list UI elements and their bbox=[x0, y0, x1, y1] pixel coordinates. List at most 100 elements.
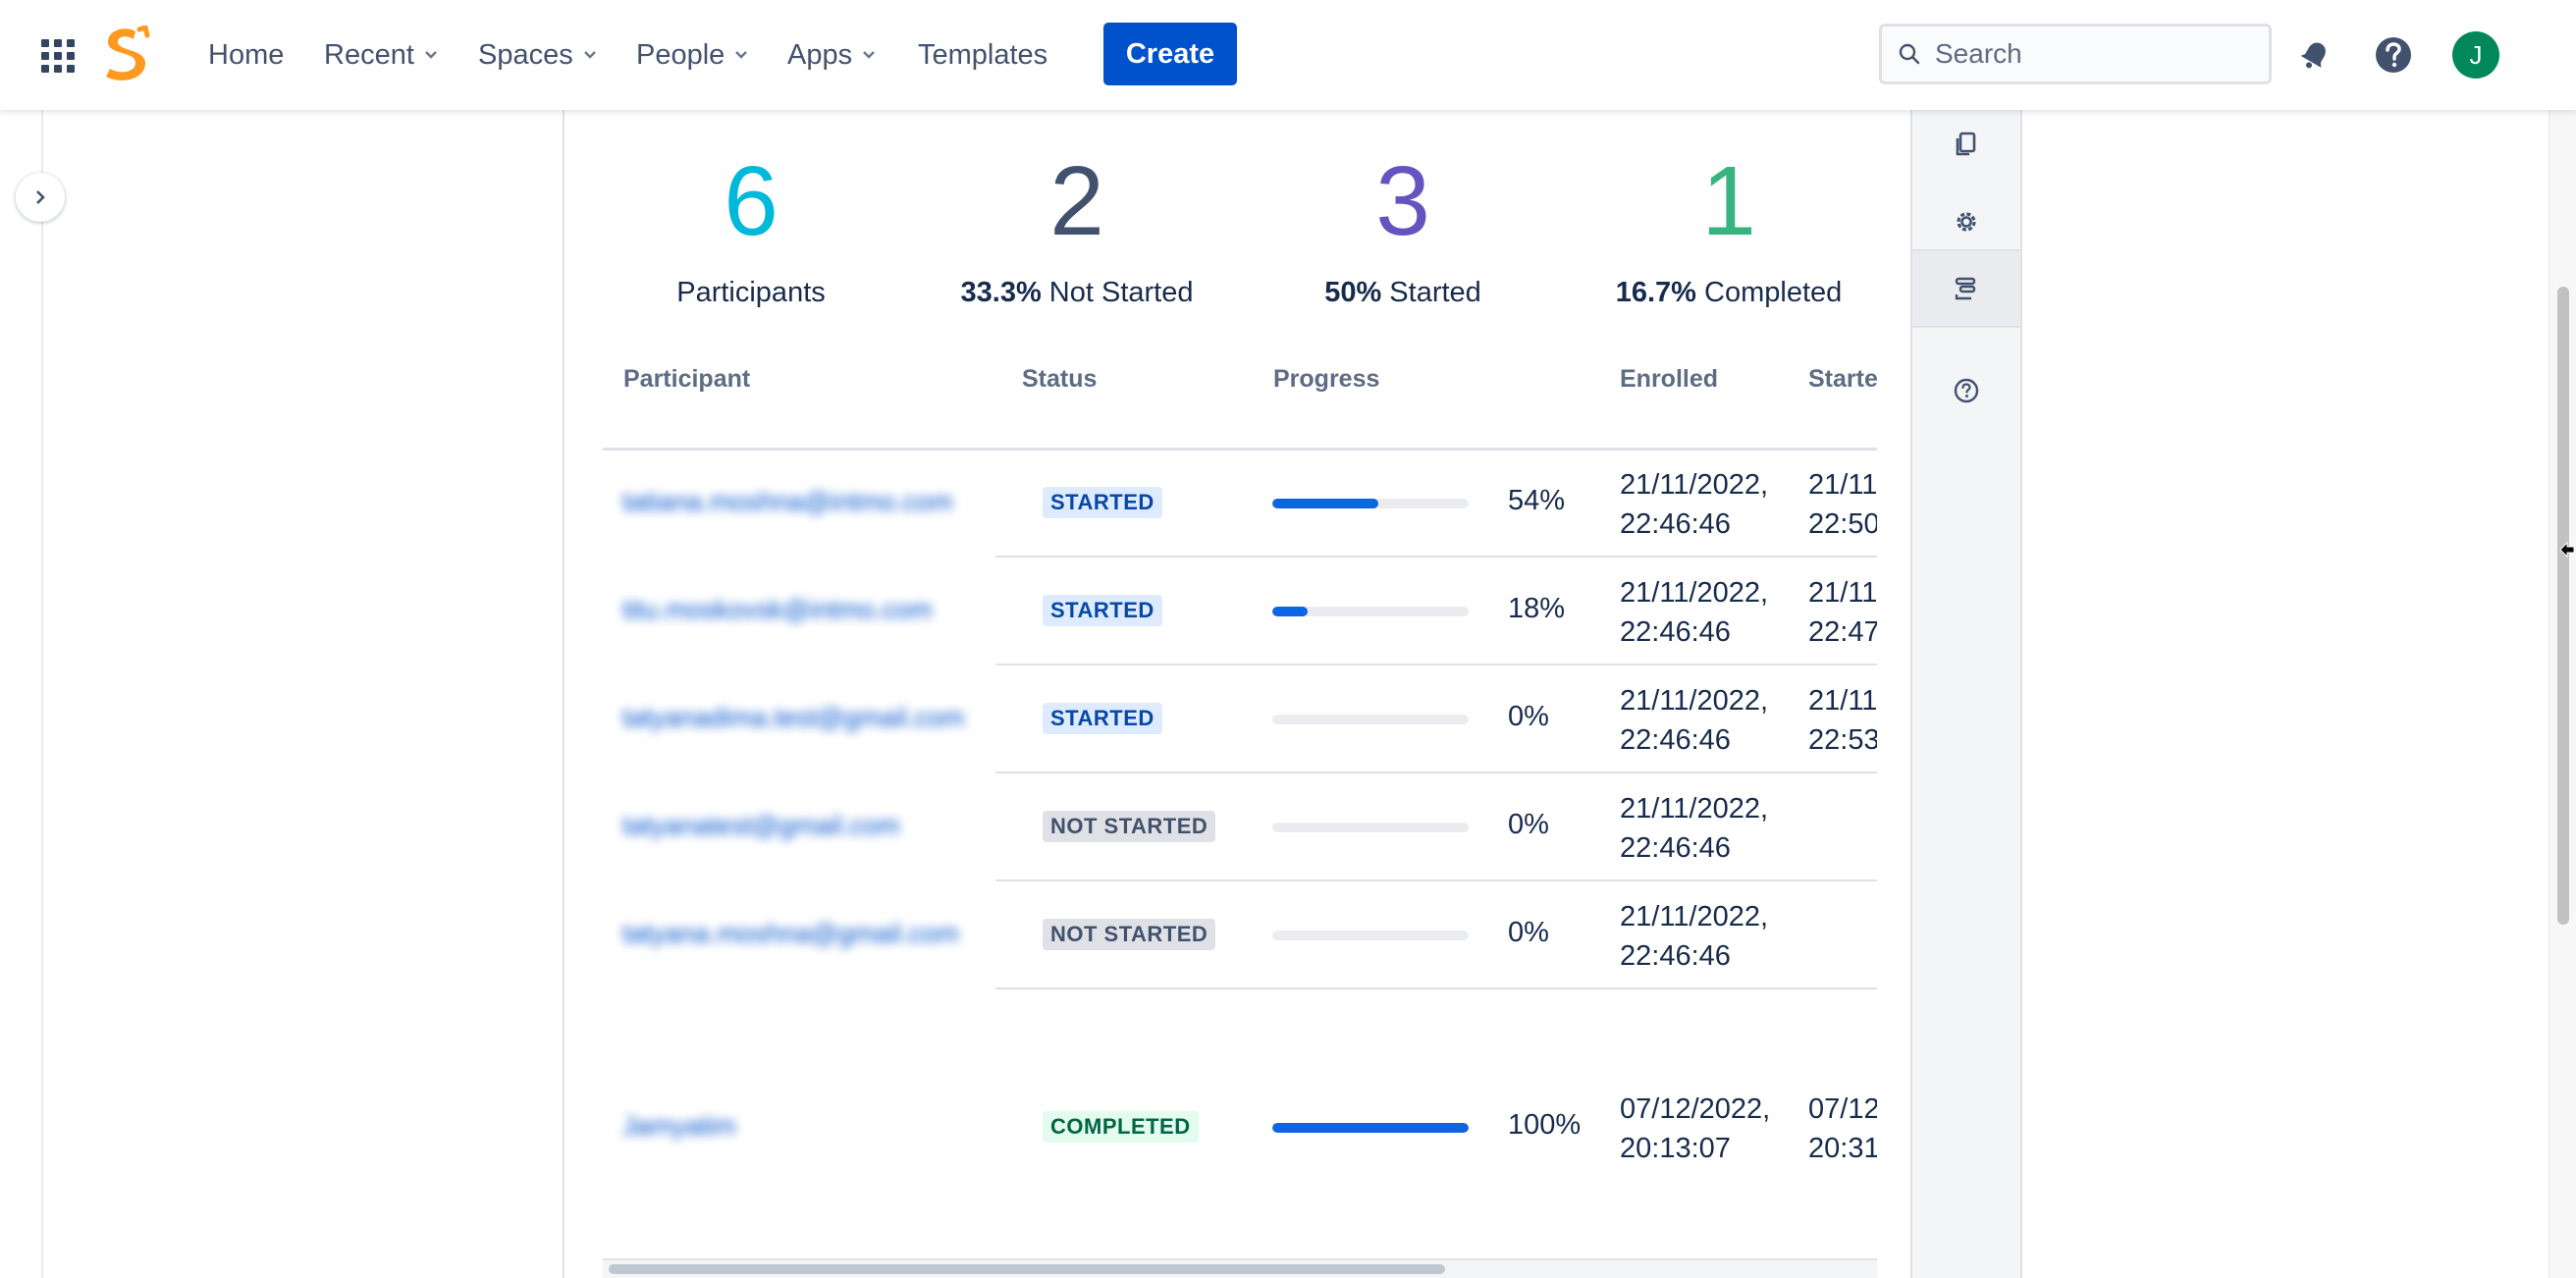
scrollbar-thumb[interactable] bbox=[2557, 287, 2569, 925]
stat-participants-number: 6 bbox=[724, 146, 778, 256]
column-header-progress[interactable]: Progress bbox=[1273, 365, 1379, 394]
stat-completed-label: 16.7% Completed bbox=[1567, 277, 1891, 309]
chevron-down-icon bbox=[583, 51, 596, 59]
search-input[interactable] bbox=[1935, 38, 2249, 70]
progress-percent: 0% bbox=[1508, 917, 1549, 948]
status-badge: STARTED bbox=[1043, 487, 1162, 518]
table-row: titu.moskovsk@intmo.com STARTED 18% 21/1… bbox=[603, 558, 1877, 666]
started-date: 21/11/2022, bbox=[1808, 469, 1877, 501]
page-vertical-scrollbar[interactable] bbox=[2549, 110, 2576, 1278]
table-row: tatyana.moshna@gmail.com NOT STARTED 0% … bbox=[603, 881, 1877, 989]
panel-help-button[interactable] bbox=[1912, 351, 2020, 430]
progress-bar-fill bbox=[1272, 607, 1308, 616]
help-button[interactable] bbox=[2370, 31, 2417, 79]
enrolled-time: 22:46:46 bbox=[1620, 724, 1731, 756]
enrolled-time: 22:46:46 bbox=[1620, 616, 1731, 648]
progress-bar bbox=[1272, 607, 1469, 616]
column-header-participant[interactable]: Participant bbox=[623, 365, 750, 394]
progress-bar bbox=[1272, 715, 1469, 724]
progress-bar bbox=[1272, 499, 1469, 508]
table-row: Jamyatim COMPLETED 100% 07/12/2022, 20:1… bbox=[603, 989, 1877, 1264]
nav-spaces[interactable]: Spaces bbox=[478, 33, 599, 77]
enrolled-time: 20:13:07 bbox=[1620, 1133, 1731, 1164]
started-time: 22:50 bbox=[1808, 508, 1877, 540]
stat-not-started-label: 33.3% Not Started bbox=[915, 277, 1239, 309]
nav-recent[interactable]: Recent bbox=[324, 33, 440, 77]
nav-templates[interactable]: Templates bbox=[918, 33, 1047, 77]
chevron-down-icon bbox=[735, 51, 748, 59]
participant-link[interactable]: tatyanatest@gmail.com bbox=[622, 811, 900, 841]
enrolled-time: 22:46:46 bbox=[1620, 940, 1731, 972]
gear-icon bbox=[1957, 212, 1976, 232]
bell-icon bbox=[2300, 42, 2326, 69]
enrolled-date: 21/11/2022, bbox=[1620, 793, 1769, 825]
sidebar-edge bbox=[41, 110, 43, 1278]
progress-bar-fill bbox=[1272, 499, 1378, 508]
expand-sidebar-button[interactable] bbox=[16, 173, 65, 222]
enrolled-date: 21/11/2022, bbox=[1620, 469, 1769, 501]
column-header-started[interactable]: Started bbox=[1808, 365, 1877, 394]
nav-home[interactable]: Home bbox=[208, 33, 284, 77]
product-logo[interactable] bbox=[96, 26, 155, 84]
stat-started-text: Started bbox=[1389, 277, 1481, 308]
right-action-panel bbox=[1910, 110, 2022, 1278]
column-header-status[interactable]: Status bbox=[1022, 365, 1097, 394]
chevron-down-icon bbox=[863, 51, 875, 59]
chevron-right-icon bbox=[36, 190, 45, 204]
enrolled-date: 21/11/2022, bbox=[1620, 685, 1769, 717]
started-date: 07/12/2022, bbox=[1808, 1093, 1877, 1125]
notifications-button[interactable] bbox=[2291, 31, 2338, 79]
started-time: 22:53 bbox=[1808, 724, 1877, 756]
stat-participants-text: Participants bbox=[676, 277, 826, 308]
participant-link[interactable]: tatiana.moshna@intmo.com bbox=[622, 487, 953, 517]
nav-spaces-label: Spaces bbox=[478, 39, 573, 71]
scrollbar-thumb[interactable] bbox=[609, 1264, 1445, 1274]
participant-link[interactable]: Jamyatim bbox=[622, 1111, 736, 1142]
stat-completed-text: Completed bbox=[1704, 277, 1843, 308]
copy-button[interactable] bbox=[1912, 104, 2020, 183]
stat-not-started-number: 2 bbox=[1049, 146, 1104, 256]
progress-percent: 100% bbox=[1508, 1109, 1582, 1141]
stat-completed-pct: 16.7% bbox=[1615, 277, 1696, 308]
search-box[interactable] bbox=[1879, 24, 2272, 84]
content-border bbox=[563, 110, 564, 1278]
create-button[interactable]: Create bbox=[1103, 23, 1237, 85]
app-switcher-icon[interactable] bbox=[41, 39, 75, 73]
progress-percent: 0% bbox=[1508, 809, 1549, 840]
enrolled-time: 22:46:46 bbox=[1620, 832, 1731, 864]
enrolled-date: 21/11/2022, bbox=[1620, 901, 1769, 932]
nav-recent-label: Recent bbox=[324, 39, 414, 71]
report-icon bbox=[1955, 277, 1976, 300]
progress-bar bbox=[1272, 823, 1469, 832]
column-header-enrolled[interactable]: Enrolled bbox=[1620, 365, 1718, 394]
progress-percent: 0% bbox=[1508, 701, 1549, 732]
nav-apps[interactable]: Apps bbox=[787, 33, 878, 77]
status-badge: COMPLETED bbox=[1043, 1111, 1199, 1143]
started-time: 22:47 bbox=[1808, 616, 1877, 648]
stat-not-started-pct: 33.3% bbox=[960, 277, 1042, 308]
participant-link[interactable]: tatyana.moshna@gmail.com bbox=[622, 919, 959, 949]
avatar[interactable]: J bbox=[2452, 31, 2499, 79]
table-horizontal-scrollbar[interactable] bbox=[603, 1258, 1877, 1278]
started-date: 21/11/2022, bbox=[1808, 577, 1877, 609]
status-badge: STARTED bbox=[1043, 703, 1162, 734]
participants-table: Participant Status Progress Enrolled Sta… bbox=[603, 334, 1877, 1266]
nav-home-label: Home bbox=[208, 39, 285, 71]
participant-link[interactable]: titu.moskovsk@intmo.com bbox=[622, 595, 932, 625]
resize-cursor-icon bbox=[2559, 541, 2575, 559]
enrolled-date: 07/12/2022, bbox=[1620, 1093, 1771, 1125]
report-button[interactable] bbox=[1912, 249, 2020, 328]
nav-people[interactable]: People bbox=[636, 33, 750, 77]
help-icon bbox=[2376, 37, 2411, 73]
copy-icon bbox=[1956, 132, 1976, 156]
enrolled-date: 21/11/2022, bbox=[1620, 577, 1769, 609]
nav-apps-label: Apps bbox=[787, 39, 853, 71]
status-badge: NOT STARTED bbox=[1043, 919, 1216, 950]
stat-not-started-text: Not Started bbox=[1048, 277, 1194, 308]
question-circle-icon bbox=[1954, 378, 1979, 403]
stat-completed-number: 1 bbox=[1701, 146, 1756, 256]
stat-not-started: 2 33.3% Not Started bbox=[915, 147, 1239, 309]
participant-link[interactable]: tatyanadima.test@gmail.com bbox=[622, 703, 965, 733]
started-time: 20:31 bbox=[1808, 1133, 1877, 1164]
chevron-down-icon bbox=[425, 51, 437, 59]
